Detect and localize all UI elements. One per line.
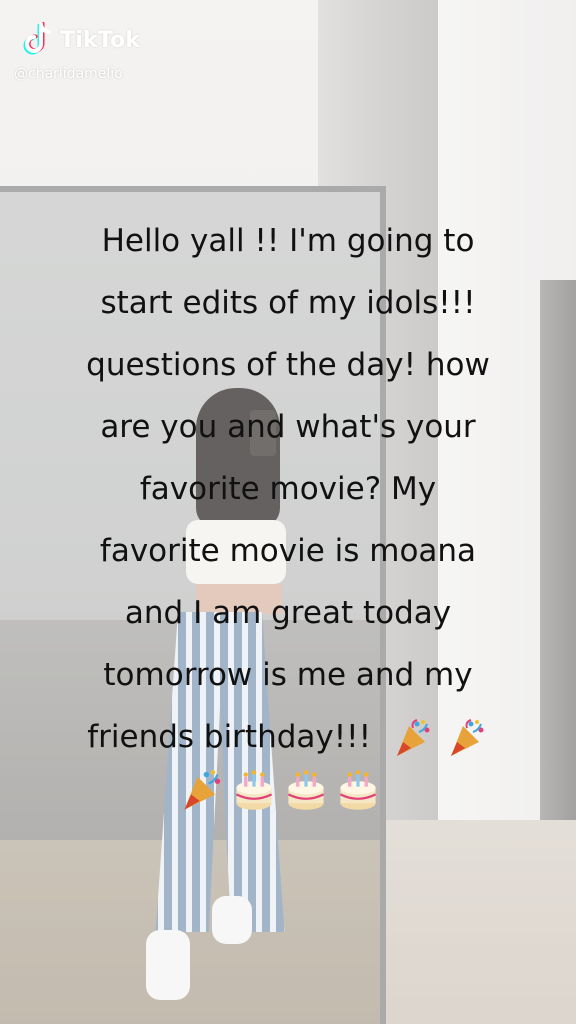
caption-line: tomorrow is me and my xyxy=(103,657,473,693)
party-popper-icon xyxy=(180,768,224,812)
caption-line: friends birthday!!! xyxy=(87,719,372,755)
birthday-cake-icon xyxy=(284,768,328,812)
tiktok-watermark: TikTok xyxy=(22,21,141,58)
caption-text: Hello yall !! I'm going to start edits o… xyxy=(28,210,548,768)
caption-line: and I am great today xyxy=(124,595,452,631)
party-popper-icon xyxy=(391,717,435,761)
caption-line: Hello yall !! I'm going to xyxy=(101,223,475,259)
caption-line: are you and what's your xyxy=(100,409,476,445)
caption-line: start edits of my idols!!! xyxy=(100,285,476,321)
birthday-cake-icon xyxy=(336,768,380,812)
tiktok-brand-name: TikTok xyxy=(60,27,141,53)
caption-line: favorite movie? My xyxy=(139,471,437,507)
caption-line: favorite movie is moana xyxy=(99,533,477,569)
caption-line-with-emojis: friends birthday!!! xyxy=(28,706,548,768)
birthday-cake-icon xyxy=(232,768,276,812)
party-popper-icon xyxy=(445,717,489,761)
caption-line: questions of the day! how xyxy=(86,347,490,383)
tiktok-note-icon xyxy=(22,21,54,58)
emoji-row xyxy=(180,768,380,812)
creator-handle: @charlidamelio xyxy=(14,66,123,82)
